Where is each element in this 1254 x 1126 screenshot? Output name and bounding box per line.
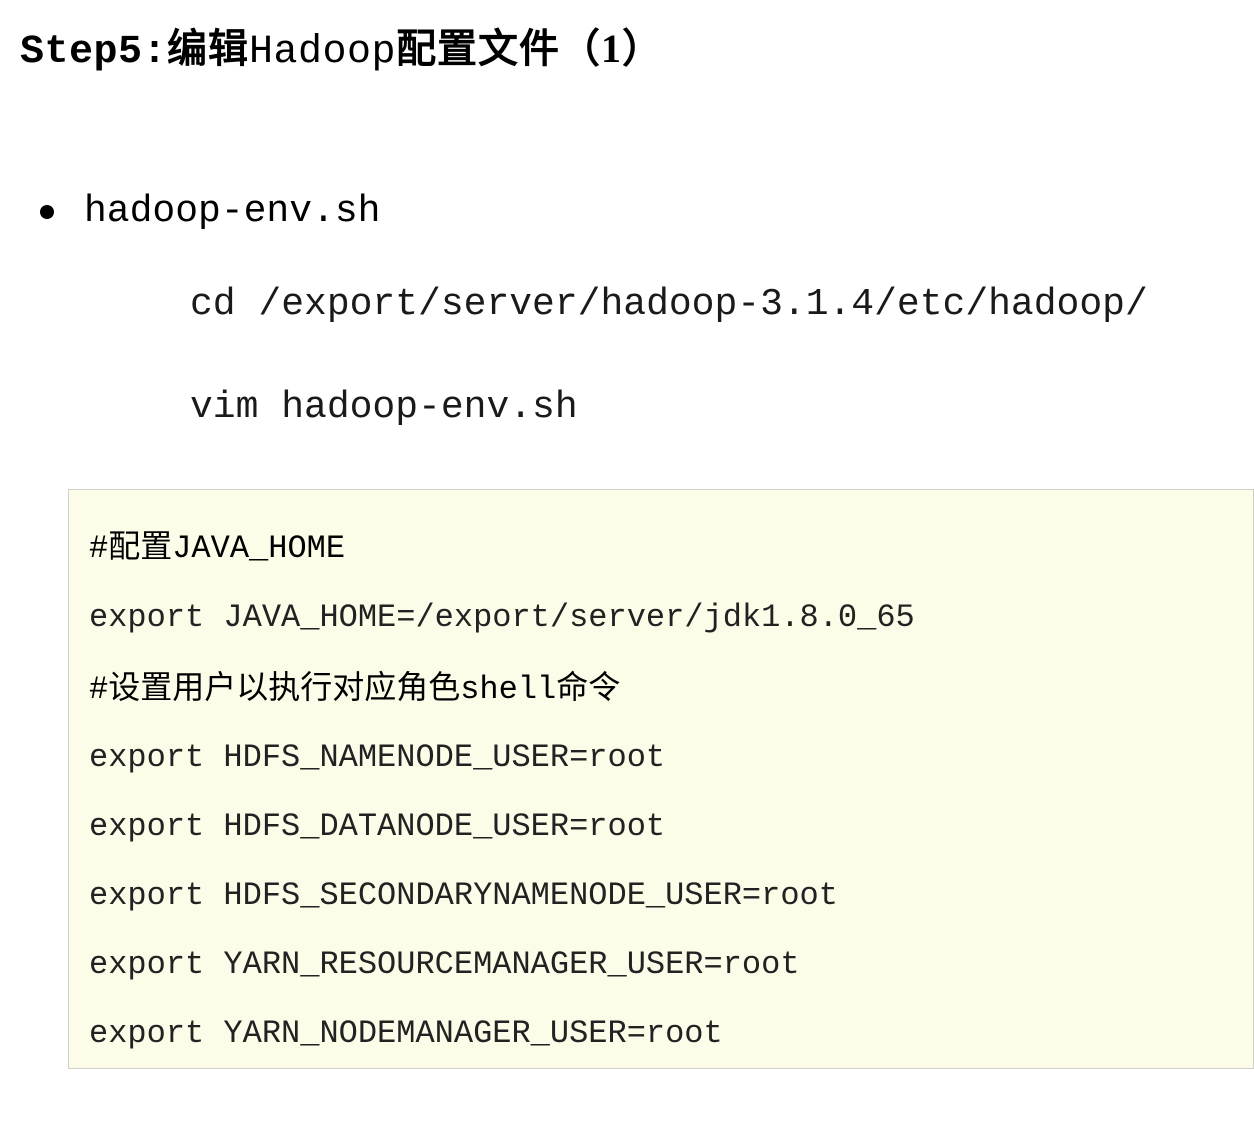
title-step: Step5: <box>20 30 167 75</box>
bullet-text: hadoop-env.sh <box>84 190 380 233</box>
command-line-1: cd /export/server/hadoop-3.1.4/etc/hadoo… <box>190 283 1254 326</box>
code-comment-2-cn2: 命令 <box>556 669 620 705</box>
title-cn1: 编辑 <box>167 26 249 71</box>
code-line-3: export HDFS_DATANODE_USER=root <box>89 793 1233 862</box>
code-comment-1: #配置JAVA_HOME <box>89 512 1233 584</box>
code-comment-2-cn1: 设置用户以执行对应角色 <box>108 669 460 705</box>
hash2: # <box>89 671 108 708</box>
page-title: Step5:编辑Hadoop配置文件（1） <box>0 0 1254 75</box>
command-line-2: vim hadoop-env.sh <box>190 386 1254 429</box>
code-line-4: export HDFS_SECONDARYNAMENODE_USER=root <box>89 862 1233 931</box>
command-block: cd /export/server/hadoop-3.1.4/etc/hadoo… <box>0 283 1254 429</box>
code-comment-2-mono: shell <box>460 671 556 708</box>
code-line-6: export YARN_NODEMANAGER_USER=root <box>89 1000 1233 1069</box>
code-line-2: export HDFS_NAMENODE_USER=root <box>89 724 1233 793</box>
bullet-item: hadoop-env.sh <box>0 190 1254 233</box>
title-mono: Hadoop <box>249 30 396 75</box>
hash: # <box>89 530 108 567</box>
code-comment-1-tail: JAVA_HOME <box>172 530 345 567</box>
title-cn2: 配置文件（1） <box>396 26 663 71</box>
code-line-1: export JAVA_HOME=/export/server/jdk1.8.0… <box>89 584 1233 653</box>
code-comment-1-cn: 配置 <box>108 528 172 564</box>
bullet-icon <box>40 205 54 219</box>
code-line-5: export YARN_RESOURCEMANAGER_USER=root <box>89 931 1233 1000</box>
code-comment-2: #设置用户以执行对应角色shell命令 <box>89 653 1233 725</box>
code-block: #配置JAVA_HOME export JAVA_HOME=/export/se… <box>68 489 1254 1069</box>
